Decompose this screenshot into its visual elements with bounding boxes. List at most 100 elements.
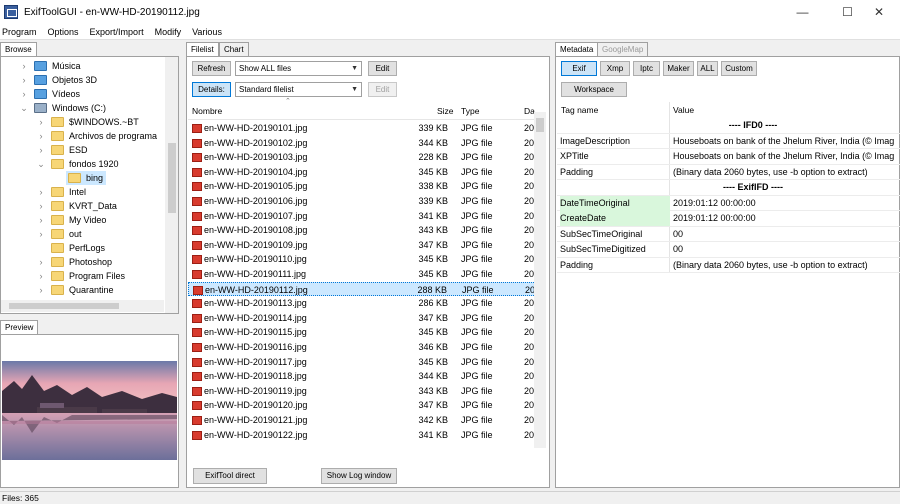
tree-item[interactable]: › Photoshop	[0, 255, 164, 269]
exif-button[interactable]: Exif	[561, 61, 597, 76]
tree-item[interactable]: › $WINDOWS.~BT	[0, 115, 164, 129]
tab-browse[interactable]: Browse	[0, 42, 37, 57]
collapsed-chevron-icon[interactable]: ›	[37, 129, 45, 143]
collapsed-chevron-icon[interactable]: ›	[37, 213, 45, 227]
file-row[interactable]: en-WW-HD-20190116.jpg 346 KB JPG file 20	[188, 340, 544, 355]
close-button[interactable]: ✕	[858, 0, 900, 24]
file-row[interactable]: en-WW-HD-20190104.jpg 345 KB JPG file 20	[188, 165, 544, 180]
metadata-row[interactable]: SubSecTimeDigitized 00	[557, 242, 900, 258]
file-row[interactable]: en-WW-HD-20190122.jpg 341 KB JPG file 20	[188, 428, 544, 443]
file-row[interactable]: en-WW-HD-20190113.jpg 286 KB JPG file 20	[188, 296, 544, 311]
column-tag-name[interactable]: Tag name	[561, 104, 598, 117]
refresh-button[interactable]: Refresh	[192, 61, 231, 76]
tree-hscrollbar[interactable]	[1, 300, 164, 312]
expanded-chevron-icon[interactable]: ⌄	[37, 157, 45, 171]
tree-scrollbar-thumb[interactable]	[168, 143, 176, 213]
file-row[interactable]: en-WW-HD-20190101.jpg 339 KB JPG file 20	[188, 121, 544, 136]
file-row[interactable]: en-WW-HD-20190110.jpg 345 KB JPG file 20	[188, 252, 544, 267]
file-row[interactable]: en-WW-HD-20190120.jpg 347 KB JPG file 20	[188, 398, 544, 413]
file-row[interactable]: en-WW-HD-20190105.jpg 338 KB JPG file 20	[188, 179, 544, 194]
filelist-scrollbar[interactable]	[534, 112, 546, 448]
minimize-button[interactable]: —	[780, 0, 825, 24]
custom-button[interactable]: Custom	[721, 61, 757, 76]
collapsed-chevron-icon[interactable]	[37, 241, 45, 255]
all-button[interactable]: ALL	[697, 61, 718, 76]
tree-item[interactable]: › Objetos 3D	[0, 73, 164, 87]
expanded-chevron-icon[interactable]: ⌄	[20, 101, 28, 115]
menu-options[interactable]: Options	[46, 27, 86, 37]
tree-item[interactable]: › Vídeos	[0, 87, 164, 101]
tree-item[interactable]: › Archivos de programa	[0, 129, 164, 143]
metadata-row[interactable]: XPTitle Houseboats on bank of the Jhelum …	[557, 149, 900, 165]
file-row[interactable]: en-WW-HD-20190121.jpg 342 KB JPG file 20	[188, 413, 544, 428]
file-row[interactable]: en-WW-HD-20190102.jpg 344 KB JPG file 20	[188, 136, 544, 151]
file-row[interactable]: en-WW-HD-20190103.jpg 228 KB JPG file 20	[188, 150, 544, 165]
view-select[interactable]: Standard filelist ▼	[235, 82, 362, 97]
metadata-row[interactable]: SubSecTimeOriginal 00	[557, 227, 900, 242]
column-type[interactable]: Type	[461, 105, 479, 118]
tab-googlemap[interactable]: GoogleMap	[597, 42, 649, 56]
file-row[interactable]: en-WW-HD-20190118.jpg 344 KB JPG file 20	[188, 369, 544, 384]
metadata-row[interactable]: DateTimeOriginal 2019:01:12 00:00:00	[557, 195, 900, 211]
menu-export-import[interactable]: Export/Import	[88, 27, 151, 37]
column-name[interactable]: Nombre	[192, 105, 222, 118]
tree-item[interactable]: › KVRT_Data	[0, 199, 164, 213]
edit-filter-button[interactable]: Edit	[368, 61, 397, 76]
collapsed-chevron-icon[interactable]: ›	[37, 255, 45, 269]
tree-item[interactable]: bing	[66, 171, 106, 185]
exiftool-direct-button[interactable]: ExifTool direct	[193, 468, 267, 484]
file-row[interactable]: en-WW-HD-20190107.jpg 341 KB JPG file 20	[188, 209, 544, 224]
tree-item[interactable]: ⌄ fondos 1920	[0, 157, 164, 171]
collapsed-chevron-icon[interactable]: ›	[37, 227, 45, 241]
metadata-section-row[interactable]: ---- IFD0 ----	[557, 118, 900, 134]
tree-item[interactable]: › Intel	[0, 185, 164, 199]
metadata-section-row[interactable]: ---- ExifIFD ----	[557, 180, 900, 196]
file-row[interactable]: en-WW-HD-20190109.jpg 347 KB JPG file 20	[188, 238, 544, 253]
file-row[interactable]: en-WW-HD-20190111.jpg 345 KB JPG file 20	[188, 267, 544, 282]
tab-chart[interactable]: Chart	[219, 42, 249, 56]
collapsed-chevron-icon[interactable]: ›	[20, 73, 28, 87]
metadata-row[interactable]: ImageDescription Houseboats on bank of th…	[557, 134, 900, 149]
menu-modify[interactable]: Modify	[153, 27, 189, 37]
menu-program[interactable]: Program	[0, 27, 44, 37]
metadata-row[interactable]: CreateDate 2019:01:12 00:00:00	[557, 211, 900, 227]
collapsed-chevron-icon[interactable]: ›	[37, 283, 45, 297]
collapsed-chevron-icon[interactable]: ›	[37, 199, 45, 213]
file-row[interactable]: en-WW-HD-20190115.jpg 345 KB JPG file 20	[188, 325, 544, 340]
tree-item[interactable]: › Música	[0, 59, 164, 73]
iptc-button[interactable]: Iptc	[633, 61, 660, 76]
show-log-button[interactable]: Show Log window	[321, 468, 397, 484]
collapsed-chevron-icon[interactable]: ›	[37, 115, 45, 129]
tree-hscrollbar-thumb[interactable]	[9, 303, 119, 309]
maker-button[interactable]: Maker	[663, 61, 694, 76]
tree-item[interactable]: › out	[0, 227, 164, 241]
collapsed-chevron-icon[interactable]: ›	[20, 59, 28, 73]
collapsed-chevron-icon[interactable]: ›	[20, 87, 28, 101]
column-size[interactable]: Size	[437, 105, 454, 118]
collapsed-chevron-icon[interactable]: ›	[37, 269, 45, 283]
menu-various[interactable]: Various	[190, 27, 229, 37]
file-row[interactable]: en-WW-HD-20190108.jpg 343 KB JPG file 20	[188, 223, 544, 238]
tree-item[interactable]: › My Video	[0, 213, 164, 227]
tree-scrollbar[interactable]	[165, 57, 178, 313]
tree-item[interactable]: › ESD	[0, 143, 164, 157]
file-row[interactable]: en-WW-HD-20190119.jpg 343 KB JPG file 20	[188, 384, 544, 399]
tab-metadata[interactable]: Metadata	[555, 42, 599, 57]
tab-preview[interactable]: Preview	[0, 320, 39, 335]
collapsed-chevron-icon[interactable]: ›	[37, 143, 45, 157]
filelist-scrollbar-thumb[interactable]	[536, 118, 544, 132]
tree-item[interactable]: ⌄ Windows (C:)	[0, 101, 164, 115]
metadata-row[interactable]: Padding (Binary data 2060 bytes, use -b o…	[557, 258, 900, 273]
column-value[interactable]: Value	[673, 104, 694, 117]
file-filter-select[interactable]: Show ALL files ▼	[235, 61, 362, 76]
metadata-row[interactable]: Padding (Binary data 2060 bytes, use -b o…	[557, 165, 900, 180]
tree-item[interactable]: › Program Files	[0, 269, 164, 283]
collapsed-chevron-icon[interactable]: ›	[37, 185, 45, 199]
file-row[interactable]: en-WW-HD-20190117.jpg 345 KB JPG file 20	[188, 355, 544, 370]
file-row[interactable]: en-WW-HD-20190112.jpg 288 KB JPG file 20	[188, 281, 544, 297]
xmp-button[interactable]: Xmp	[600, 61, 630, 76]
collapsed-chevron-icon[interactable]	[54, 171, 62, 185]
workspace-button[interactable]: Workspace	[561, 82, 627, 97]
tree-item[interactable]: › Quarantine	[0, 283, 164, 297]
file-row[interactable]: en-WW-HD-20190106.jpg 339 KB JPG file 20	[188, 194, 544, 209]
